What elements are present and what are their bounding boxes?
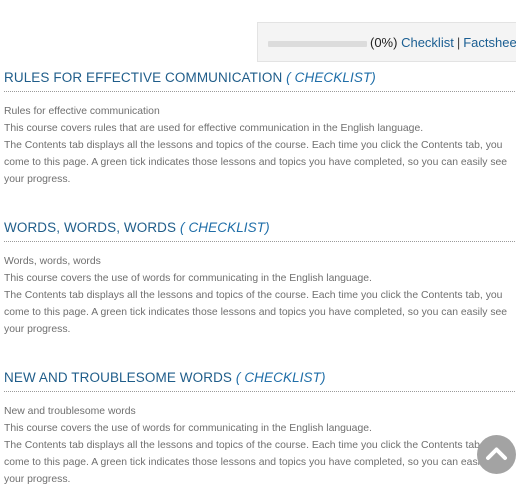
- section-checklist-link[interactable]: ( CHECKLIST): [180, 220, 270, 235]
- section-description: Words, words, words This course covers t…: [4, 253, 516, 338]
- section-description: Rules for effective communication This c…: [4, 103, 516, 188]
- section-divider: [4, 241, 515, 242]
- section-summary: This course covers rules that are used f…: [4, 123, 424, 134]
- chevron-up-icon: [486, 447, 507, 460]
- section-title-link[interactable]: RULES FOR EFFECTIVE COMMUNICATION: [4, 70, 282, 85]
- section-instructions: The Contents tab displays all the lesson…: [4, 140, 508, 185]
- section-divider: [4, 391, 515, 392]
- section-heading: RULES FOR EFFECTIVE COMMUNICATION ( CHEC…: [4, 69, 516, 87]
- section-divider: [4, 91, 515, 92]
- course-section-words: WORDS, WORDS, WORDS ( CHECKLIST) Words, …: [4, 219, 516, 338]
- section-summary: This course covers the use of words for …: [4, 273, 372, 284]
- section-instructions: The Contents tab displays all the lesson…: [4, 290, 508, 335]
- course-progress-box: (0%) Checklist | Factsheet: [257, 22, 516, 62]
- section-title-link[interactable]: WORDS, WORDS, WORDS: [4, 220, 176, 235]
- progress-percent: (0%): [370, 35, 398, 50]
- factsheet-link[interactable]: Factsheet: [463, 35, 516, 50]
- section-subtitle: Rules for effective communication: [4, 106, 160, 117]
- progress-links: (0%) Checklist | Factsheet: [370, 34, 516, 52]
- progress-bar: [268, 41, 367, 47]
- section-title-link[interactable]: NEW AND TROUBLESOME WORDS: [4, 370, 232, 385]
- section-instructions: The Contents tab displays all the lesson…: [4, 440, 508, 485]
- section-subtitle: Words, words, words: [4, 256, 101, 267]
- section-checklist-link[interactable]: ( CHECKLIST): [236, 370, 326, 385]
- section-summary: This course covers the use of words for …: [4, 423, 372, 434]
- scroll-to-top-button[interactable]: [477, 435, 516, 474]
- section-subtitle: New and troublesome words: [4, 406, 136, 417]
- link-separator: |: [456, 35, 461, 50]
- course-section-rules: RULES FOR EFFECTIVE COMMUNICATION ( CHEC…: [4, 69, 516, 188]
- section-heading: WORDS, WORDS, WORDS ( CHECKLIST): [4, 219, 516, 237]
- course-section-troublesome: NEW AND TROUBLESOME WORDS ( CHECKLIST) N…: [4, 369, 516, 488]
- checklist-link[interactable]: Checklist: [401, 35, 454, 50]
- section-checklist-link[interactable]: ( CHECKLIST): [286, 70, 376, 85]
- section-description: New and troublesome words This course co…: [4, 403, 516, 488]
- section-heading: NEW AND TROUBLESOME WORDS ( CHECKLIST): [4, 369, 516, 387]
